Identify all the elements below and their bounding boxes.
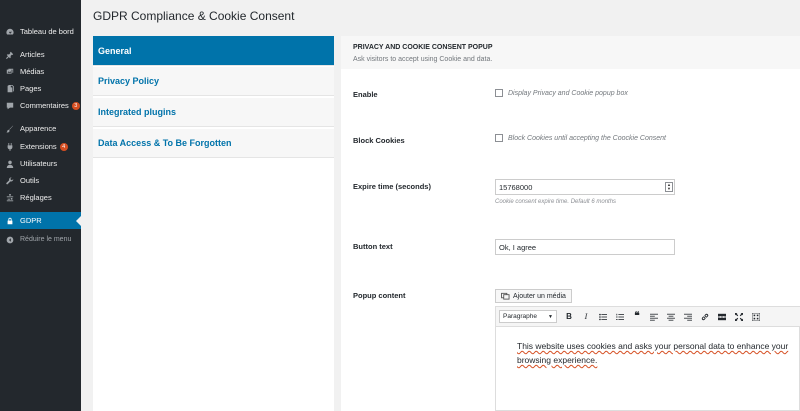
- align-left-icon: [650, 313, 658, 321]
- align-right-icon: [684, 313, 692, 321]
- sidebar-item-label: Réduire le menu: [20, 236, 72, 243]
- button-text-value: Ok, I agree: [499, 242, 537, 252]
- plugin-icon: [2, 142, 18, 151]
- sidebar-item-label: Utilisateurs: [20, 159, 58, 168]
- add-media-button[interactable]: Ajouter un média: [495, 289, 572, 303]
- sidebar-item-outils[interactable]: Outils: [0, 172, 81, 189]
- button-text-input[interactable]: Ok, I agree: [495, 239, 675, 255]
- content-editor: Paragraphe ▼ B I ❝ This website uses coo…: [495, 306, 800, 411]
- sidebar-item-label: Pages: [20, 84, 42, 93]
- bold-button[interactable]: B: [562, 310, 576, 324]
- bold-icon: B: [566, 312, 572, 321]
- sidebar-item-label: Commentaires: [20, 101, 69, 110]
- expire-time-hint: Cookie consent expire time. Default 6 mo…: [495, 199, 617, 205]
- button-text-label: Button text: [353, 242, 393, 251]
- sidebar-item-label: Articles: [20, 50, 45, 59]
- tab-integrated-plugins[interactable]: Integrated plugins: [93, 98, 334, 127]
- align-center-button[interactable]: [664, 310, 678, 324]
- settings-icon: [2, 193, 18, 202]
- sidebar-item-label: Médias: [20, 67, 45, 76]
- read-more-icon: [718, 313, 726, 320]
- quote-icon: ❝: [634, 311, 640, 322]
- media-icon: [2, 68, 18, 76]
- collapse-menu-button[interactable]: Réduire le menu: [0, 231, 81, 248]
- expire-time-value: 15768000: [499, 182, 533, 192]
- sidebar-item-dashboard[interactable]: Tableau de bord: [0, 23, 81, 40]
- block-cookies-checkbox-row: Block Cookies until accepting the Coocki…: [495, 134, 666, 142]
- lock-icon: [2, 217, 18, 225]
- sidebar-item-label: GDPR: [20, 216, 42, 225]
- block-cookies-label: Block Cookies: [353, 136, 405, 145]
- current-menu-arrow: [76, 216, 81, 226]
- extensions-count-badge: 4: [59, 142, 68, 151]
- sidebar-item-articles[interactable]: Articles: [0, 46, 81, 63]
- format-select[interactable]: Paragraphe ▼: [499, 310, 557, 323]
- toolbar-toggle-icon: [752, 312, 760, 321]
- enable-checkbox-row: Display Privacy and Cookie popup box: [495, 89, 628, 97]
- comments-count-badge: 3: [71, 101, 80, 110]
- sidebar-item-medias[interactable]: Médias: [0, 63, 81, 80]
- popup-content-label: Popup content: [353, 291, 406, 300]
- sidebar-item-apparence[interactable]: Apparence: [0, 120, 81, 137]
- brush-icon: [2, 125, 18, 133]
- pin-icon: [2, 51, 18, 59]
- format-select-value: Paragraphe: [503, 313, 537, 320]
- sidebar-item-reglages[interactable]: Réglages: [0, 189, 81, 206]
- sidebar-item-label: Outils: [20, 176, 40, 185]
- add-media-label: Ajouter un média: [513, 292, 566, 300]
- number-spinner[interactable]: ▲ ▼: [665, 182, 673, 192]
- panel-header: PRIVACY AND COOKIE CONSENT POPUP Ask vis…: [341, 36, 800, 69]
- page-title: GDPR Compliance & Cookie Consent: [93, 9, 295, 23]
- insert-link-button[interactable]: [698, 310, 712, 324]
- sidebar-item-utilisateurs[interactable]: Utilisateurs: [0, 155, 81, 172]
- read-more-button[interactable]: [715, 310, 729, 324]
- page-icon: [2, 84, 18, 93]
- align-left-button[interactable]: [647, 310, 661, 324]
- expire-time-input[interactable]: 15768000 ▲ ▼: [495, 179, 675, 195]
- fullscreen-button[interactable]: [732, 310, 746, 324]
- sidebar-item-label: Extensions: [20, 142, 57, 151]
- sidebar-item-gdpr[interactable]: GDPR: [0, 212, 81, 229]
- user-icon: [2, 160, 18, 168]
- sidebar-item-pages[interactable]: Pages: [0, 80, 81, 97]
- tab-data-access[interactable]: Data Access & To Be Forgotten: [93, 129, 334, 158]
- link-icon: [701, 313, 709, 320]
- sidebar-item-label: Apparence: [20, 124, 57, 133]
- panel-subtitle: Ask visitors to accept using Cookie and …: [353, 56, 493, 63]
- italic-button[interactable]: I: [579, 310, 593, 324]
- collapse-icon: [2, 236, 18, 244]
- block-cookies-checkbox[interactable]: [495, 134, 503, 142]
- block-cookies-checkbox-text: Block Cookies until accepting the Coocki…: [508, 134, 666, 142]
- blockquote-button[interactable]: ❝: [630, 310, 644, 324]
- toolbar-toggle-button[interactable]: [749, 310, 763, 324]
- bullet-list-icon: [599, 313, 607, 320]
- editor-toolbar: Paragraphe ▼ B I ❝: [496, 307, 800, 327]
- enable-checkbox[interactable]: [495, 89, 503, 97]
- panel-title: PRIVACY AND COOKIE CONSENT POPUP: [353, 44, 493, 51]
- bullet-list-button[interactable]: [596, 310, 610, 324]
- tab-privacy-policy[interactable]: Privacy Policy: [93, 67, 334, 96]
- comment-icon: [2, 102, 18, 110]
- italic-icon: I: [584, 312, 588, 321]
- dashboard-icon: [2, 28, 18, 36]
- sidebar-item-label: Tableau de bord: [20, 27, 74, 36]
- numbered-list-button[interactable]: [613, 310, 627, 324]
- numbered-list-icon: [616, 313, 624, 320]
- enable-label: Enable: [353, 90, 378, 99]
- chevron-down-icon: ▼: [548, 313, 553, 320]
- admin-sidebar: Tableau de bord Articles Médias Pages Co…: [0, 0, 81, 411]
- spinner-down-icon: ▼: [667, 186, 671, 191]
- add-media-icon: [501, 292, 510, 300]
- editor-content[interactable]: This website uses cookies and asks your …: [517, 339, 797, 367]
- expire-time-label: Expire time (seconds): [353, 182, 431, 191]
- fullscreen-icon: [735, 312, 743, 321]
- sidebar-item-label: Réglages: [20, 193, 52, 202]
- wrench-icon: [2, 176, 18, 185]
- align-right-button[interactable]: [681, 310, 695, 324]
- sidebar-item-extensions[interactable]: Extensions 4: [0, 138, 81, 155]
- enable-checkbox-text: Display Privacy and Cookie popup box: [508, 89, 628, 97]
- align-center-icon: [667, 313, 675, 321]
- tab-general[interactable]: General: [93, 36, 334, 66]
- sidebar-item-commentaires[interactable]: Commentaires 3: [0, 97, 81, 114]
